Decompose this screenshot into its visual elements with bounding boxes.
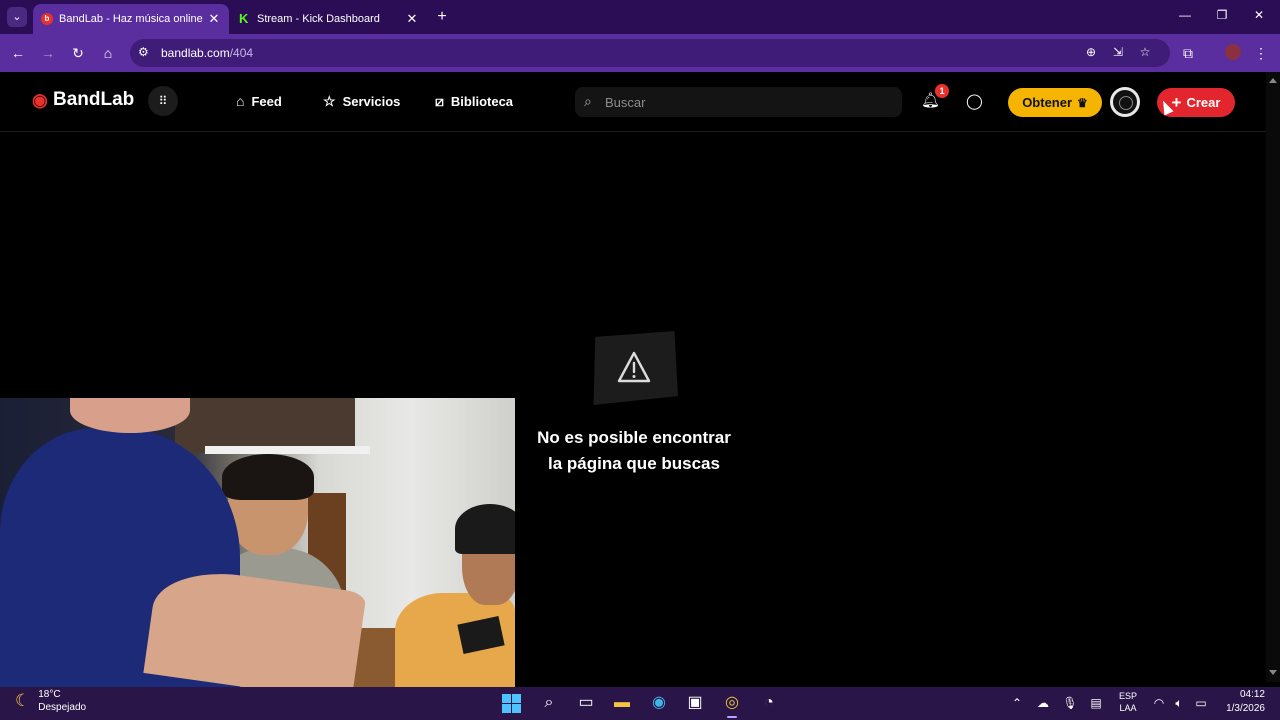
display-icon[interactable]: ▤ [1088,696,1104,710]
tab-bandlab[interactable]: b BandLab - Haz música online ✕ [33,4,229,34]
kick-favicon-icon: K [239,11,249,26]
scroll-up-arrow-icon[interactable] [1269,78,1277,83]
reload-icon[interactable]: ↻ [69,44,87,62]
site-info-icon[interactable]: ⚙ [138,45,149,59]
bandlab-favicon-icon: b [41,13,53,25]
nav-feed[interactable]: ⌂ Feed [236,93,282,109]
messages-icon[interactable]: ◯ [966,92,983,110]
install-app-icon[interactable]: ⇲ [1110,45,1126,59]
back-arrow-icon[interactable]: ← [9,44,27,62]
scroll-down-arrow-icon[interactable] [1269,670,1277,675]
bandlab-logo[interactable]: ◉ BandLab [32,89,134,111]
user-avatar[interactable] [1110,87,1140,117]
clock[interactable]: 04:12 1/3/2026 [1215,688,1265,716]
language-indicator[interactable]: ESP LAA [1118,690,1138,714]
browser-tab-strip: ⌄ b BandLab - Haz música online ✕ K Stre… [0,0,1280,34]
close-icon[interactable]: ✕ [205,11,223,27]
tab-title: BandLab - Haz música online [59,13,203,25]
task-view-icon[interactable]: ▭ [573,690,599,716]
profile-avatar-icon[interactable] [1225,44,1241,60]
forward-arrow-icon[interactable]: → [39,44,57,62]
battery-icon[interactable]: ▭ [1193,696,1209,710]
close-icon[interactable]: ✕ [403,11,421,27]
edge-icon[interactable]: ◉ [646,690,672,716]
minimize-button[interactable]: — [1175,8,1195,22]
bookmark-star-icon[interactable]: ☆ [1137,45,1153,59]
weather-widget[interactable]: ☾ 18°C Despejado [15,688,86,714]
search-bar: ⌕ [575,87,902,117]
windows-logo-icon [501,694,521,713]
search-input[interactable] [605,87,885,117]
extensions-icon[interactable]: ⧉ [1179,44,1197,62]
window-close-button[interactable]: ✕ [1249,8,1269,22]
windows-taskbar: ☾ 18°C Despejado ⌕ ▭ ▬ ◉ ▣ ◎ ◔ ⌃ ☁ 🎙︎ ▤ … [0,687,1280,720]
restore-button[interactable]: ❐ [1212,8,1232,22]
moon-icon: ☾ [15,691,31,710]
store-icon[interactable]: ▣ [682,690,708,716]
tab-search-button[interactable]: ⌄ [7,7,27,27]
plus-icon: + [1171,93,1182,112]
menu-dots-icon[interactable]: ⋮ [1252,44,1270,62]
new-tab-button[interactable]: + [433,8,451,26]
tab-kick[interactable]: K Stream - Kick Dashboard ✕ [231,4,427,34]
home-icon[interactable]: ⌂ [99,44,117,62]
home-icon: ⌂ [236,93,245,109]
onedrive-icon[interactable]: ☁ [1035,696,1051,710]
wifi-icon[interactable]: ◠ [1151,696,1167,710]
bandlab-header: ◉ BandLab ⠿ ⌂ Feed ☆ Servicios ⧄ Bibliot… [0,72,1266,132]
volume-icon[interactable]: 🔈︎ [1171,696,1187,711]
chevron-up-icon[interactable]: ⌃ [1009,696,1025,710]
start-button[interactable] [498,690,524,716]
zoom-icon[interactable]: ⊕ [1083,45,1099,59]
url-text[interactable]: bandlab.com/404 [161,46,253,60]
apps-grid-button[interactable]: ⠿ [148,86,178,116]
bandlab-logo-icon: ◉ [32,90,48,110]
library-icon: ⧄ [435,93,444,109]
file-explorer-icon[interactable]: ▬ [609,690,635,716]
browser-toolbar: ← → ↻ ⌂ ⚙ bandlab.com/404 ⊕ ⇲ ☆ ⧉ ⋮ [0,34,1280,72]
obs-icon[interactable]: ◔ [756,690,782,716]
address-bar[interactable]: ⚙ bandlab.com/404 ⊕ ⇲ ☆ [130,39,1170,67]
tab-title: Stream - Kick Dashboard [257,13,380,25]
error-message: No es posible encontrar la página que bu… [537,428,731,473]
search-icon: ⌕ [584,93,592,109]
chrome-icon[interactable]: ◎ [719,690,745,716]
nav-biblioteca[interactable]: ⧄ Biblioteca [435,93,513,110]
microphone-icon[interactable]: 🎙︎ [1062,696,1078,710]
search-icon[interactable]: ⌕ [536,690,562,716]
webcam-overlay [0,398,515,687]
warning-triangle-icon [617,351,651,383]
get-membership-button[interactable]: Obtener ♛ [1008,88,1102,117]
page-scrollbar[interactable] [1266,72,1280,682]
star-icon: ☆ [323,93,336,109]
notifications-badge: 1 [935,84,949,98]
crown-icon: ♛ [1077,95,1088,110]
nav-servicios[interactable]: ☆ Servicios [323,93,400,110]
